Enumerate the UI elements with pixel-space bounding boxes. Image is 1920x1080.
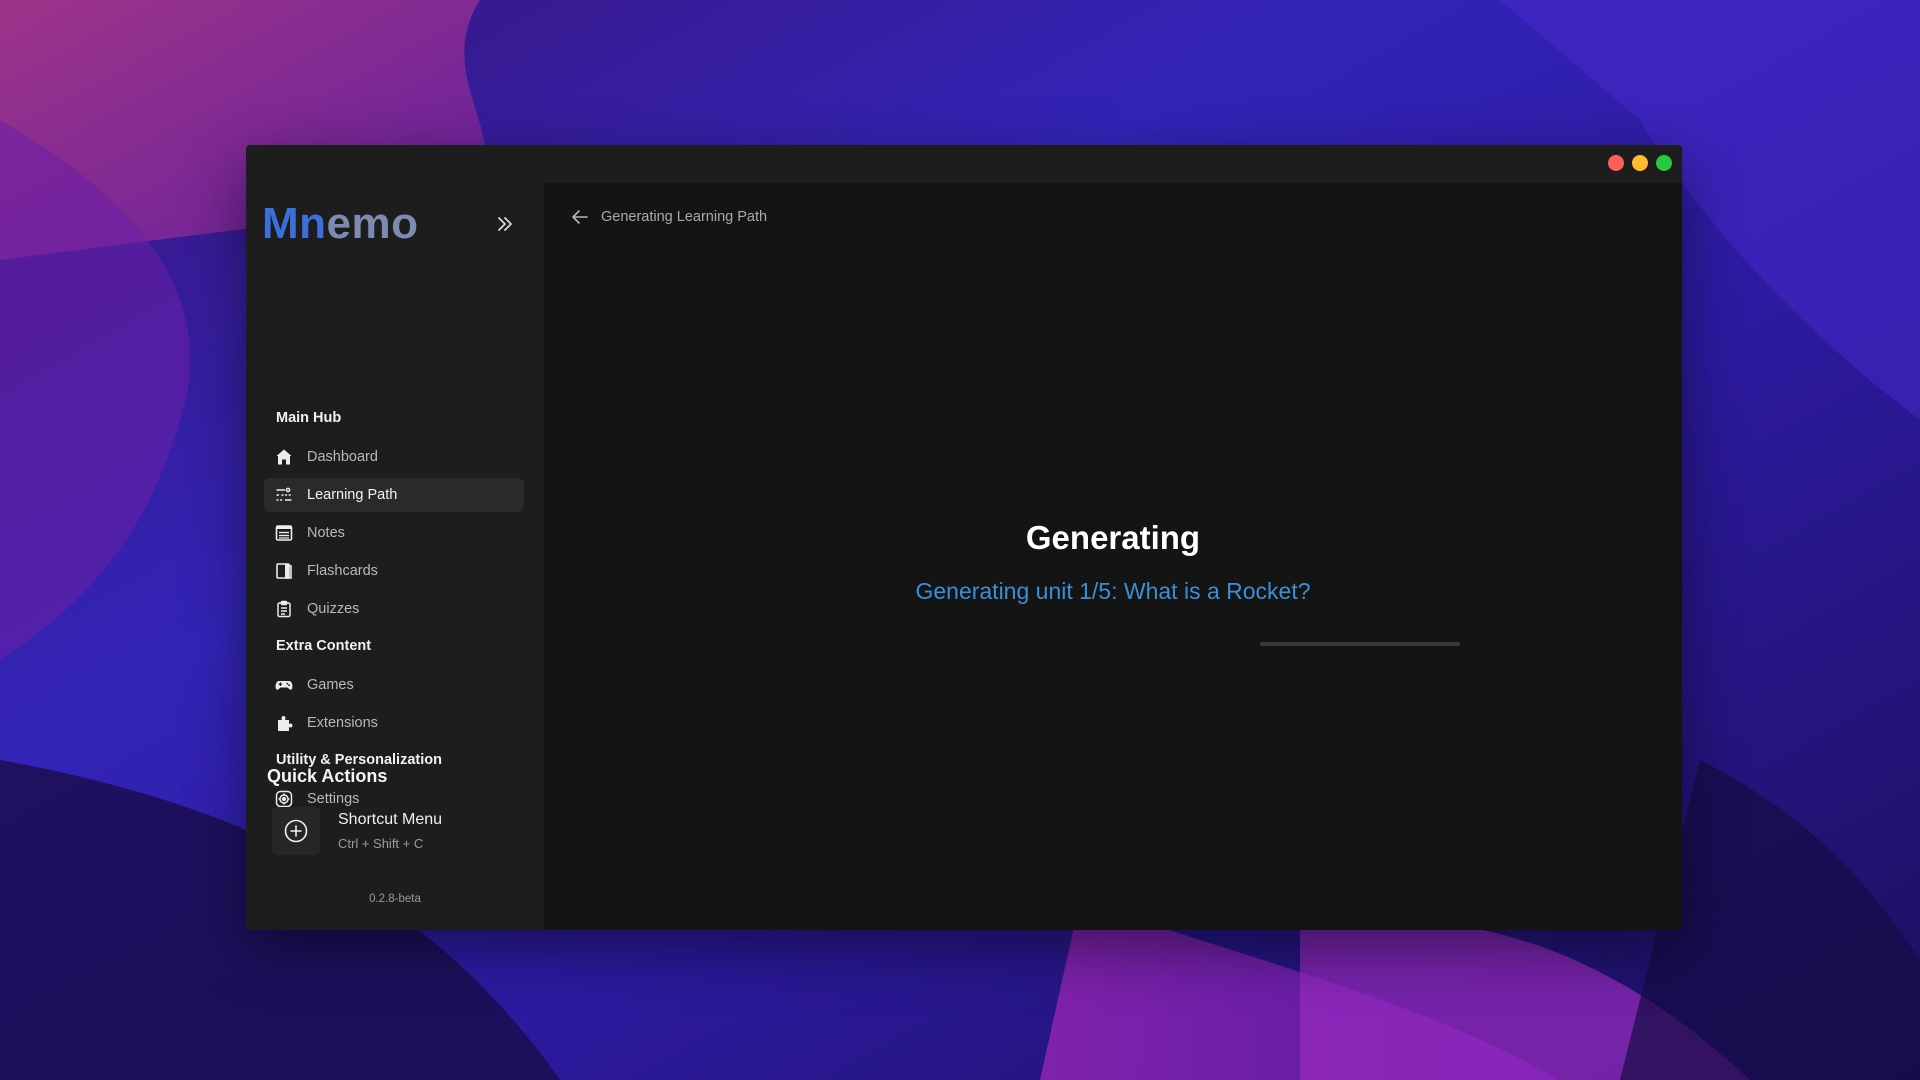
flashcards-icon [274, 561, 294, 581]
collapse-sidebar-button[interactable] [494, 213, 516, 235]
sidebar-item-flashcards[interactable]: Flashcards [264, 554, 524, 588]
app-version: 0.2.8-beta [369, 893, 421, 905]
window-controls [1608, 155, 1672, 171]
app-window: Mnemo Main Hub Dashboard Learning Path N… [246, 145, 1682, 930]
sidebar-item-extensions[interactable]: Extensions [264, 706, 524, 740]
path-icon [274, 485, 294, 505]
sidebar-item-learning-path[interactable]: Learning Path [264, 478, 524, 512]
section-title-extra-content: Extra Content [276, 638, 372, 654]
clipboard-icon [274, 599, 294, 619]
sidebar-item-label: Learning Path [307, 487, 398, 503]
sidebar-item-dashboard[interactable]: Dashboard [264, 440, 524, 474]
breadcrumb: Generating Learning Path [601, 209, 768, 225]
page-title: Generating [1025, 519, 1201, 556]
sidebar-item-notes[interactable]: Notes [264, 516, 524, 550]
chevrons-right-icon [498, 217, 512, 231]
back-button[interactable] [570, 207, 590, 227]
sidebar-item-label: Notes [307, 525, 345, 541]
shortcut-menu-button[interactable]: Shortcut Menu Ctrl + Shift + C [272, 807, 522, 857]
title-bar [246, 145, 1682, 183]
plus-circle-icon [284, 819, 308, 843]
quick-action-shortcut: Ctrl + Shift + C [338, 836, 424, 851]
puzzle-icon [274, 713, 294, 733]
sidebar-item-label: Quizzes [307, 601, 360, 617]
quick-action-name: Shortcut Menu [338, 811, 443, 828]
gamepad-icon [274, 675, 294, 695]
sidebar: Mnemo Main Hub Dashboard Learning Path N… [246, 183, 544, 930]
sidebar-item-games[interactable]: Games [264, 668, 524, 702]
sidebar-item-label: Flashcards [307, 563, 378, 579]
close-window-button[interactable] [1608, 155, 1624, 171]
section-title-main-hub: Main Hub [276, 410, 342, 426]
notes-icon [274, 523, 294, 543]
minimize-window-button[interactable] [1632, 155, 1648, 171]
main-content: Generating Learning Path Generating Gene… [544, 183, 1682, 930]
maximize-window-button[interactable] [1656, 155, 1672, 171]
sidebar-item-label: Extensions [307, 715, 378, 731]
logo-part-2: emo [326, 199, 419, 248]
home-icon [274, 447, 294, 467]
arrow-left-icon [572, 210, 588, 224]
settings-icon [274, 789, 294, 809]
quick-actions-title: Quick Actions [267, 766, 388, 786]
sidebar-item-label: Dashboard [307, 449, 378, 465]
logo-part-1: Mn [262, 199, 327, 248]
sidebar-item-label: Games [307, 677, 354, 693]
generation-status: Generating unit 1/5: What is a Rocket? [915, 578, 1311, 604]
progress-bar [1260, 642, 1460, 646]
sidebar-item-label: Settings [307, 791, 360, 807]
sidebar-item-quizzes[interactable]: Quizzes [264, 592, 524, 626]
quick-action-icon-box [272, 807, 320, 855]
app-logo: Mnemo [262, 199, 419, 249]
